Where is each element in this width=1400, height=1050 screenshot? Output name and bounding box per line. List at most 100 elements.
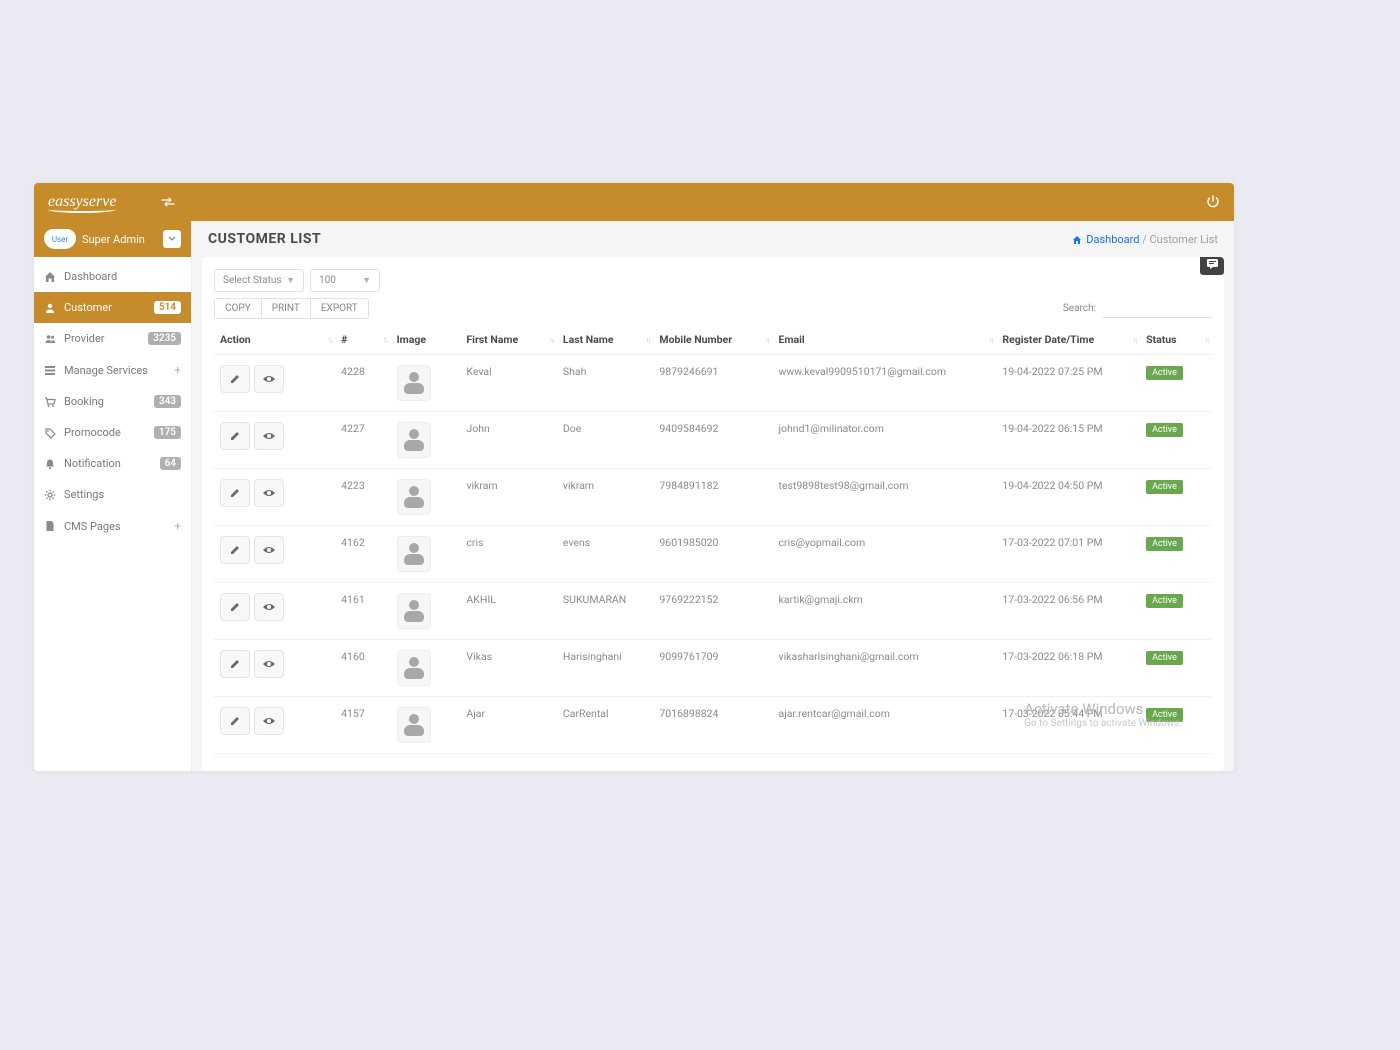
edit-button[interactable]	[220, 536, 250, 564]
table-row: 4161 AKHILSUKUMARAN9769222152kartik@gmaji…	[214, 583, 1212, 640]
export-button[interactable]: EXPORT	[311, 299, 368, 318]
table-row: 4160VikasHarisinghani9099761709vikashari…	[214, 640, 1212, 697]
plus-icon: +	[174, 363, 181, 377]
caret-down-icon: ▼	[362, 275, 371, 286]
cell-mobile: 9409584692	[653, 412, 772, 469]
cell-id: 4223	[335, 469, 390, 526]
cell-mobile: 7016898824	[653, 697, 772, 754]
avatar	[397, 365, 431, 401]
view-button[interactable]	[254, 422, 284, 450]
col-first-name[interactable]: First Name↑↓	[460, 325, 557, 355]
user-block[interactable]: User Super Admin	[34, 221, 191, 257]
col-email[interactable]: Email↑↓	[773, 325, 997, 355]
cell-email: test9898test98@gmail.com	[773, 469, 997, 526]
view-button[interactable]	[254, 536, 284, 564]
status-select[interactable]: Select Status ▼	[214, 269, 304, 292]
cell-id: 4161	[335, 583, 390, 640]
search-input[interactable]	[1102, 300, 1212, 318]
brand-logo: eassyserve	[48, 193, 116, 211]
collapse-toggle-icon[interactable]	[161, 195, 175, 210]
cell-id: 4162	[335, 526, 390, 583]
cell-first-name: Vikas	[460, 640, 557, 697]
view-button[interactable]	[254, 707, 284, 735]
cell-email: johnd1@milinator.com	[773, 412, 997, 469]
col-image: Image	[391, 325, 461, 355]
print-button[interactable]: PRINT	[262, 299, 311, 318]
status-badge: Active	[1146, 708, 1183, 722]
col-action[interactable]: Action↑↓	[214, 325, 335, 355]
cell-email: kartik@gmaji.ckm	[773, 583, 997, 640]
edit-button[interactable]	[220, 422, 250, 450]
edit-button[interactable]	[220, 365, 250, 393]
cell-mobile: 9099761709	[653, 640, 772, 697]
sidebar-item-dashboard[interactable]: Dashboard	[34, 261, 191, 292]
avatar	[397, 536, 431, 572]
cell-register: 17-03-2022 05:44 PM	[996, 697, 1140, 754]
status-badge: Active	[1146, 366, 1183, 380]
status-badge: Active	[1146, 423, 1183, 437]
sidebar-item-settings[interactable]: Settings	[34, 479, 191, 510]
list-icon	[44, 364, 56, 376]
col-mobile[interactable]: Mobile Number↑↓	[653, 325, 772, 355]
user-role: Super Admin	[82, 233, 157, 246]
pagesize-select[interactable]: 100 ▼	[310, 269, 380, 292]
cell-id: 4160	[335, 640, 390, 697]
cell-last-name: Shah	[557, 355, 654, 412]
bell-icon	[44, 458, 56, 470]
view-button[interactable]	[254, 593, 284, 621]
view-button[interactable]	[254, 479, 284, 507]
nav-badge: 3235	[148, 332, 181, 345]
sidebar-item-provider[interactable]: Provider3235	[34, 323, 191, 354]
cell-register: 19-04-2022 06:15 PM	[996, 412, 1140, 469]
view-button[interactable]	[254, 650, 284, 678]
cell-email: ajar.rentcar@gmail.com	[773, 697, 997, 754]
edit-button[interactable]	[220, 479, 250, 507]
cell-last-name: vikram	[557, 469, 654, 526]
toolbar-row: COPY PRINT EXPORT Search:	[214, 298, 1212, 319]
sidebar-item-cms-pages[interactable]: CMS Pages +	[34, 510, 191, 542]
nav-badge: 514	[154, 301, 181, 314]
sidebar: User Super Admin Dashboard Customer 514 Pro…	[34, 221, 192, 771]
table-row: 4157AjarCarRental7016898824ajar.rentcar@…	[214, 697, 1212, 754]
main-area: CUSTOMER LIST Dashboard / Customer List	[192, 221, 1234, 771]
sidebar-item-promocode[interactable]: Promocode175	[34, 417, 191, 448]
edit-button[interactable]	[220, 593, 250, 621]
cell-email: vikasharisinghani@gmail.com	[773, 640, 997, 697]
sidebar-item-notification[interactable]: Notification64	[34, 448, 191, 479]
copy-button[interactable]: COPY	[215, 299, 262, 318]
edit-button[interactable]	[220, 650, 250, 678]
col-id[interactable]: #↑↓	[335, 325, 390, 355]
cell-first-name: AKHIL	[460, 583, 557, 640]
cell-register: 17-03-2022 06:18 PM	[996, 640, 1140, 697]
col-last-name[interactable]: Last Name↑↓	[557, 325, 654, 355]
table-row: 4223vikramvikram7984891182test9898test98…	[214, 469, 1212, 526]
cell-mobile: 9769222152	[653, 583, 772, 640]
view-button[interactable]	[254, 365, 284, 393]
sidebar-item-manage-services[interactable]: Manage Services +	[34, 354, 191, 386]
status-badge: Active	[1146, 594, 1183, 608]
nav-label: Customer	[64, 301, 146, 314]
avatar	[397, 650, 431, 686]
breadcrumb-dashboard-link[interactable]: Dashboard	[1072, 233, 1143, 246]
nav-label: CMS Pages	[64, 520, 166, 533]
nav-label: Manage Services	[64, 364, 166, 377]
col-register[interactable]: Register Date/Time↑↓	[996, 325, 1140, 355]
cell-email: www.keval9909510171@gmail.com	[773, 355, 997, 412]
cell-register: 19-04-2022 04:50 PM	[996, 469, 1140, 526]
sidebar-item-customer[interactable]: Customer 514	[34, 292, 191, 323]
cell-mobile: 7984891182	[653, 469, 772, 526]
search-wrap: Search:	[1063, 300, 1212, 318]
col-status[interactable]: Status↑↓	[1140, 325, 1212, 355]
nav-label: Promocode	[64, 426, 146, 439]
status-badge: Active	[1146, 537, 1183, 551]
table-row: 4162crisevens9601985020cris@yopmail.com1…	[214, 526, 1212, 583]
chevron-down-icon[interactable]	[163, 230, 181, 248]
plus-icon: +	[174, 519, 181, 533]
edit-button[interactable]	[220, 707, 250, 735]
sidebar-item-booking[interactable]: Booking343	[34, 386, 191, 417]
cell-id: 4227	[335, 412, 390, 469]
cell-last-name: Doe	[557, 412, 654, 469]
cell-last-name: SUKUMARAN	[557, 583, 654, 640]
logout-icon[interactable]	[1206, 194, 1220, 210]
chat-fab[interactable]	[1200, 257, 1224, 275]
